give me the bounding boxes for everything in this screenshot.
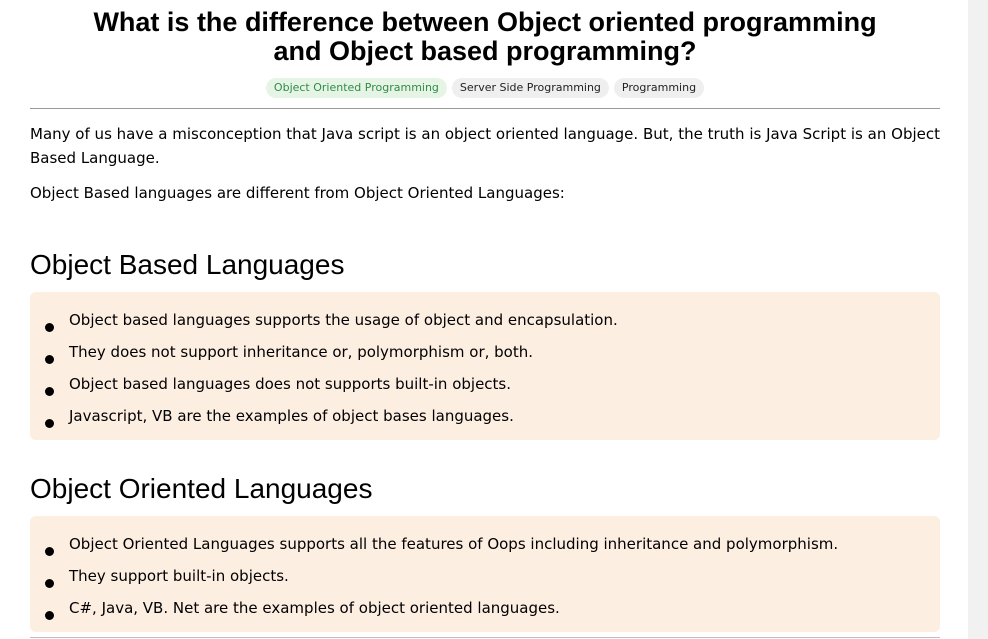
tag-programming[interactable]: Programming	[613, 78, 705, 98]
bullet-icon	[45, 323, 54, 332]
list-item-text: They support built-in objects.	[69, 567, 289, 585]
object-based-list: Object based languages supports the usag…	[30, 304, 940, 432]
section-heading-object-based: Object Based Languages	[30, 249, 345, 280]
bullet-icon	[45, 355, 54, 364]
title-divider	[30, 108, 940, 109]
page-title: What is the difference between Object or…	[93, 7, 877, 66]
list-item: They support built-in objects.	[30, 560, 940, 592]
tag-server-side-programming[interactable]: Server Side Programming	[451, 78, 609, 98]
list-item-text: C#, Java, VB. Net are the examples of ob…	[69, 599, 560, 617]
list-item-text: Object Oriented Languages supports all t…	[69, 535, 839, 553]
list-item: Javascript, VB are the examples of objec…	[30, 400, 940, 432]
list-item: Object based languages supports the usag…	[30, 304, 940, 336]
bullet-icon	[45, 611, 54, 620]
list-item-text: They does not support inheritance or, po…	[69, 343, 534, 361]
bullet-icon	[45, 387, 54, 396]
bullet-icon	[45, 579, 54, 588]
tag-object-oriented-programming[interactable]: Object Oriented Programming	[265, 78, 447, 98]
scrollbar[interactable]	[968, 0, 988, 639]
object-oriented-list: Object Oriented Languages supports all t…	[30, 528, 940, 624]
list-item: C#, Java, VB. Net are the examples of ob…	[30, 592, 940, 624]
list-item-text: Object based languages supports the usag…	[69, 311, 618, 329]
tag-list: Object Oriented Programming Server Side …	[30, 78, 940, 98]
list-item: Object based languages does not supports…	[30, 368, 940, 400]
bullet-icon	[45, 547, 54, 556]
list-item: They does not support inheritance or, po…	[30, 336, 940, 368]
bullet-icon	[45, 419, 54, 428]
list-item: Object Oriented Languages supports all t…	[30, 528, 940, 560]
list-item-text: Object based languages does not supports…	[69, 375, 512, 393]
object-oriented-list-box: Object Oriented Languages supports all t…	[30, 516, 940, 632]
list-item-text: Javascript, VB are the examples of objec…	[69, 407, 514, 425]
bottom-divider	[30, 637, 940, 638]
object-based-list-box: Object based languages supports the usag…	[30, 292, 940, 440]
intro-paragraph: Many of us have a misconception that Jav…	[30, 125, 940, 167]
section-heading-object-oriented: Object Oriented Languages	[30, 473, 373, 504]
intro-paragraph-2: Object Based languages are different fro…	[30, 184, 565, 202]
article: What is the difference between Object or…	[30, 0, 940, 632]
